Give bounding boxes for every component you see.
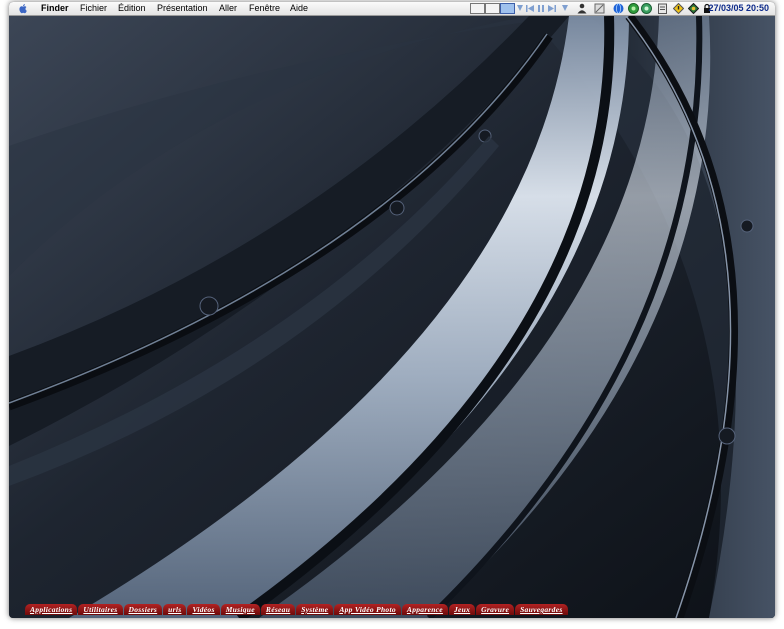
- menu-fichier[interactable]: Fichier: [80, 2, 107, 15]
- tab-videos[interactable]: Vidéos: [187, 604, 220, 615]
- snapz-icon[interactable]: [688, 3, 699, 14]
- status-green-icon[interactable]: [628, 3, 639, 14]
- dock-tab-bar: Applications Utilitaires Dossiers urls V…: [25, 603, 569, 615]
- clipboard-icon[interactable]: [657, 3, 668, 14]
- tab-dossiers[interactable]: Dossiers: [123, 604, 163, 615]
- itunes-controls-icon[interactable]: [517, 3, 575, 14]
- tab-urls[interactable]: urls: [163, 604, 187, 615]
- menu-finder[interactable]: Finder: [41, 2, 69, 15]
- apple-logo-icon[interactable]: [18, 3, 29, 14]
- tab-reseau[interactable]: Réseau: [260, 604, 296, 615]
- tab-utilitaires[interactable]: Utilitaires: [78, 604, 123, 615]
- network-globe-icon[interactable]: [613, 3, 624, 14]
- user-icon[interactable]: [577, 3, 587, 14]
- tab-gravure[interactable]: Gravure: [476, 604, 515, 615]
- tab-jeux[interactable]: Jeux: [448, 604, 476, 615]
- tab-systeme[interactable]: Système: [296, 604, 334, 615]
- warning-sign-icon[interactable]: [673, 3, 684, 14]
- tab-musique[interactable]: Musique: [220, 604, 260, 615]
- tab-apparence[interactable]: Apparence: [401, 604, 448, 615]
- status-teal-icon[interactable]: [641, 3, 652, 14]
- virtual-desktops-icon[interactable]: [470, 3, 516, 14]
- tab-applications[interactable]: Applications: [25, 604, 78, 615]
- menu-aide[interactable]: Aide: [290, 2, 308, 15]
- script-menu-icon[interactable]: [594, 3, 605, 14]
- tab-app-video-photo[interactable]: App Vidéo Photo: [334, 604, 401, 615]
- menu-aller[interactable]: Aller: [219, 2, 237, 15]
- menu-fenetre[interactable]: Fenêtre: [249, 2, 280, 15]
- desktop-screen: Finder Fichier Édition Présentation Alle…: [9, 2, 775, 618]
- menu-presentation[interactable]: Présentation: [157, 2, 208, 15]
- menubar-clock[interactable]: 27/03/05 20:50: [708, 2, 769, 15]
- tab-sauvegardes[interactable]: Sauvegardes: [515, 604, 568, 615]
- wallpaper-curved-tracks: [9, 16, 775, 618]
- menu-edition[interactable]: Édition: [118, 2, 146, 15]
- menu-bar: Finder Fichier Édition Présentation Alle…: [9, 2, 775, 16]
